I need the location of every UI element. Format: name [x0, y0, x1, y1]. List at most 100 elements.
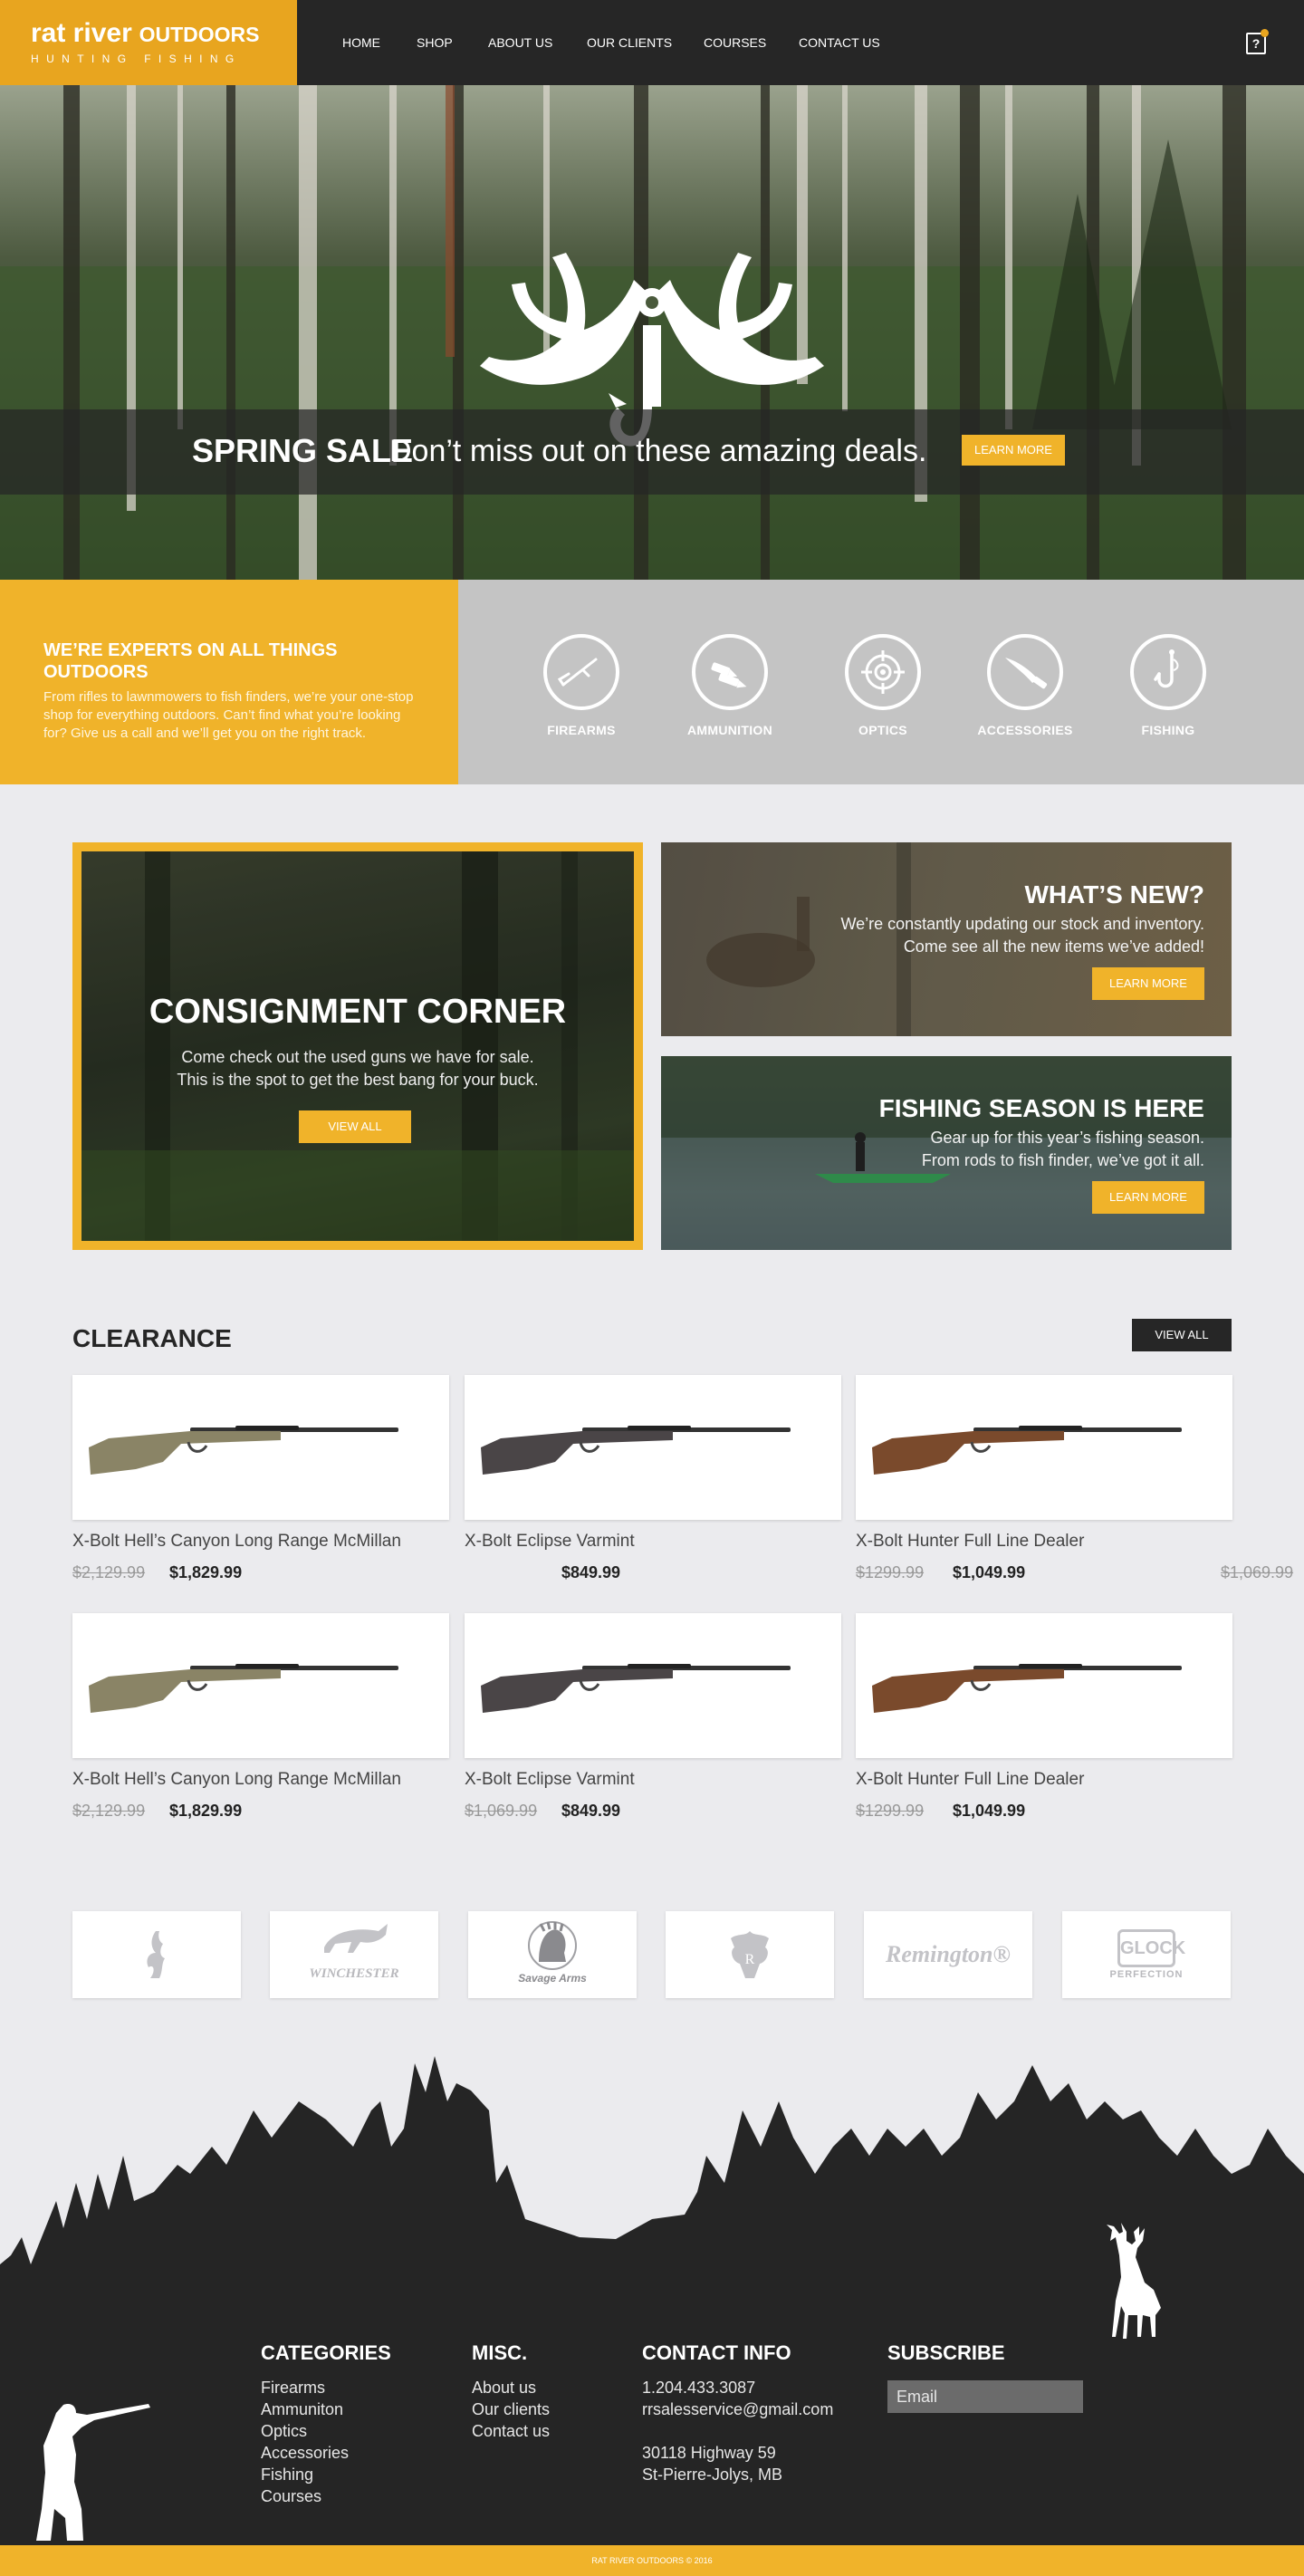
category-label: ACCESSORIES: [977, 723, 1073, 737]
clearance-title: CLEARANCE: [72, 1324, 232, 1352]
product-price: $1,049.99: [953, 1563, 1026, 1581]
footer-link-courses[interactable]: Courses: [261, 2485, 391, 2507]
rifle-image: [481, 1664, 791, 1713]
product-image[interactable]: [465, 1613, 841, 1758]
product-price: $1,049.99: [953, 1802, 1026, 1820]
product-name[interactable]: X-Bolt Hunter Full Line Dealer: [856, 1769, 1084, 1791]
consignment-card[interactable]: CONSIGNMENT CORNER Come check out the us…: [72, 842, 643, 1250]
nav-contact-us[interactable]: CONTACT US: [799, 34, 880, 51]
subscribe-email-input[interactable]: Email: [887, 2380, 1083, 2413]
fishing-season-learn-more-button[interactable]: LEARN MORE: [1092, 1181, 1204, 1214]
consignment-view-all-button[interactable]: VIEW ALL: [299, 1110, 411, 1143]
footer-link-accessories[interactable]: Accessories: [261, 2442, 391, 2464]
glock-logo: GLOCK: [1117, 1929, 1185, 1967]
footer-link-our-clients[interactable]: Our clients: [472, 2398, 550, 2420]
footer-link-ammunition[interactable]: Ammuniton: [261, 2398, 391, 2420]
experts-panel: WE’RE EXPERTS ON ALL THINGS OUTDOORS Fro…: [0, 580, 458, 784]
indian-head-logo: [528, 1921, 577, 1970]
glock-perfection: PERFECTION: [1109, 1969, 1184, 1980]
footer-subscribe-title: SUBSCRIBE: [887, 2341, 1005, 2364]
footer-categories-title: CATEGORIES: [261, 2341, 391, 2364]
sale-learn-more-button[interactable]: LEARN MORE: [962, 435, 1065, 466]
footer-address-line2: St-Pierre-Jolys, MB: [642, 2465, 783, 2484]
product-name[interactable]: X-Bolt Eclipse Varmint: [465, 1769, 635, 1791]
footer-phone[interactable]: 1.204.433.3087: [642, 2377, 833, 2398]
consignment-image: CONSIGNMENT CORNER Come check out the us…: [82, 851, 634, 1241]
rifle-image: [481, 1426, 791, 1475]
product-image[interactable]: [465, 1375, 841, 1520]
logo-name: rat river: [31, 18, 132, 48]
clearance-view-all-button[interactable]: VIEW ALL: [1132, 1319, 1232, 1351]
category-optics[interactable]: OPTICS: [829, 634, 937, 737]
footer-contact: CONTACT INFO 1.204.433.3087 rrsalesservi…: [642, 2341, 833, 2485]
nav-home[interactable]: HOME: [342, 34, 380, 51]
footer-subscribe: SUBSCRIBE: [887, 2341, 1005, 2377]
crosshair-icon: [845, 634, 921, 710]
nav-shop[interactable]: SHOP: [417, 34, 453, 51]
brand-savage-name: Savage Arms: [518, 1972, 587, 1985]
product-name[interactable]: X-Bolt Eclipse Varmint: [465, 1531, 635, 1552]
footer-link-contact-us[interactable]: Contact us: [472, 2420, 550, 2442]
fishhook-icon: [1130, 634, 1206, 710]
rifle-icon: [543, 634, 619, 710]
product-name[interactable]: X-Bolt Hell’s Canyon Long Range McMillan: [72, 1769, 401, 1791]
whats-new-learn-more-button[interactable]: LEARN MORE: [1092, 967, 1204, 1000]
product-image[interactable]: [72, 1613, 449, 1758]
product-image[interactable]: [856, 1613, 1232, 1758]
category-fishing[interactable]: FISHING: [1114, 634, 1222, 737]
brand-winchester[interactable]: WINCHESTER: [270, 1911, 438, 1998]
brand-winchester-name: WINCHESTER: [309, 1966, 399, 1981]
category-ammunition[interactable]: AMMUNITION: [676, 634, 784, 737]
rifle-image: [872, 1426, 1182, 1475]
fishing-season-title: FISHING SEASON IS HERE: [878, 1094, 1204, 1122]
footer-link-firearms[interactable]: Firearms: [261, 2377, 391, 2398]
footer-contact-title: CONTACT INFO: [642, 2341, 791, 2364]
nav-our-clients[interactable]: OUR CLIENTS: [587, 34, 672, 51]
product-image[interactable]: [72, 1375, 449, 1520]
copyright-bar: RAT RIVER OUTDOORS © 2016: [0, 2545, 1304, 2576]
category-label: FIREARMS: [547, 723, 616, 737]
category-label: FISHING: [1141, 723, 1195, 737]
consignment-line2: This is the spot to get the best bang fo…: [177, 1071, 539, 1089]
hero-banner: [0, 85, 1304, 580]
product-name[interactable]: X-Bolt Hell’s Canyon Long Range McMillan: [72, 1531, 401, 1552]
rifle-image: [89, 1664, 398, 1713]
forest-background: [0, 85, 1304, 580]
nav-courses[interactable]: COURSES: [704, 34, 766, 51]
category-label: AMMUNITION: [687, 723, 772, 737]
fishing-season-card[interactable]: FISHING SEASON IS HERE Gear up for this …: [661, 1056, 1232, 1250]
site-logo[interactable]: rat river OUTDOORS HUNTING FISHING: [0, 0, 297, 85]
brand-remington[interactable]: Remington®: [864, 1911, 1032, 1998]
brand-browning[interactable]: [72, 1911, 241, 1998]
category-firearms[interactable]: FIREARMS: [527, 634, 636, 737]
footer-email[interactable]: rrsalesservice@gmail.com: [642, 2398, 833, 2420]
footer-address-line1: 30118 Highway 59: [642, 2444, 776, 2462]
buckmark-logo: [147, 1931, 165, 1978]
rifle-image: [872, 1664, 1182, 1713]
nav-about-us[interactable]: ABOUT US: [488, 34, 552, 51]
product-price: $1,829.99: [169, 1563, 243, 1581]
brand-glock[interactable]: GLOCK PERFECTION: [1062, 1911, 1231, 1998]
logo-tagline: HUNTING FISHING: [31, 53, 242, 65]
stray-old-price: $1,069.99: [1221, 1563, 1294, 1581]
product-old-price: $1299.99: [856, 1563, 925, 1581]
product-old-price: $1,069.99: [465, 1802, 538, 1820]
experts-title: WE’RE EXPERTS ON ALL THINGS OUTDOORS: [43, 640, 338, 682]
product-name[interactable]: X-Bolt Hunter Full Line Dealer: [856, 1531, 1084, 1552]
fishing-season-line2: From rods to fish finder, we’ve got it a…: [921, 1151, 1204, 1169]
remington-logo: Remington®: [886, 1941, 1011, 1967]
brand-ruger[interactable]: R: [666, 1911, 834, 1998]
category-accessories[interactable]: ACCESSORIES: [971, 634, 1079, 737]
whats-new-title: WHAT’S NEW?: [1024, 880, 1204, 908]
whats-new-card[interactable]: WHAT’S NEW? We’re constantly updating ou…: [661, 842, 1232, 1036]
footer-link-optics[interactable]: Optics: [261, 2420, 391, 2442]
brand-savage-arms[interactable]: Savage Arms: [468, 1911, 637, 1998]
product-price: $849.99: [561, 1563, 621, 1581]
sale-title: SPRING SALE: [192, 432, 414, 469]
rifle-image: [89, 1426, 398, 1475]
whats-new-line2: Come see all the new items we’ve added!: [903, 937, 1204, 956]
product-image[interactable]: [856, 1375, 1232, 1520]
footer-link-fishing[interactable]: Fishing: [261, 2464, 391, 2485]
logo-outdoors: OUTDOORS: [139, 23, 260, 46]
footer-link-about-us[interactable]: About us: [472, 2377, 550, 2398]
